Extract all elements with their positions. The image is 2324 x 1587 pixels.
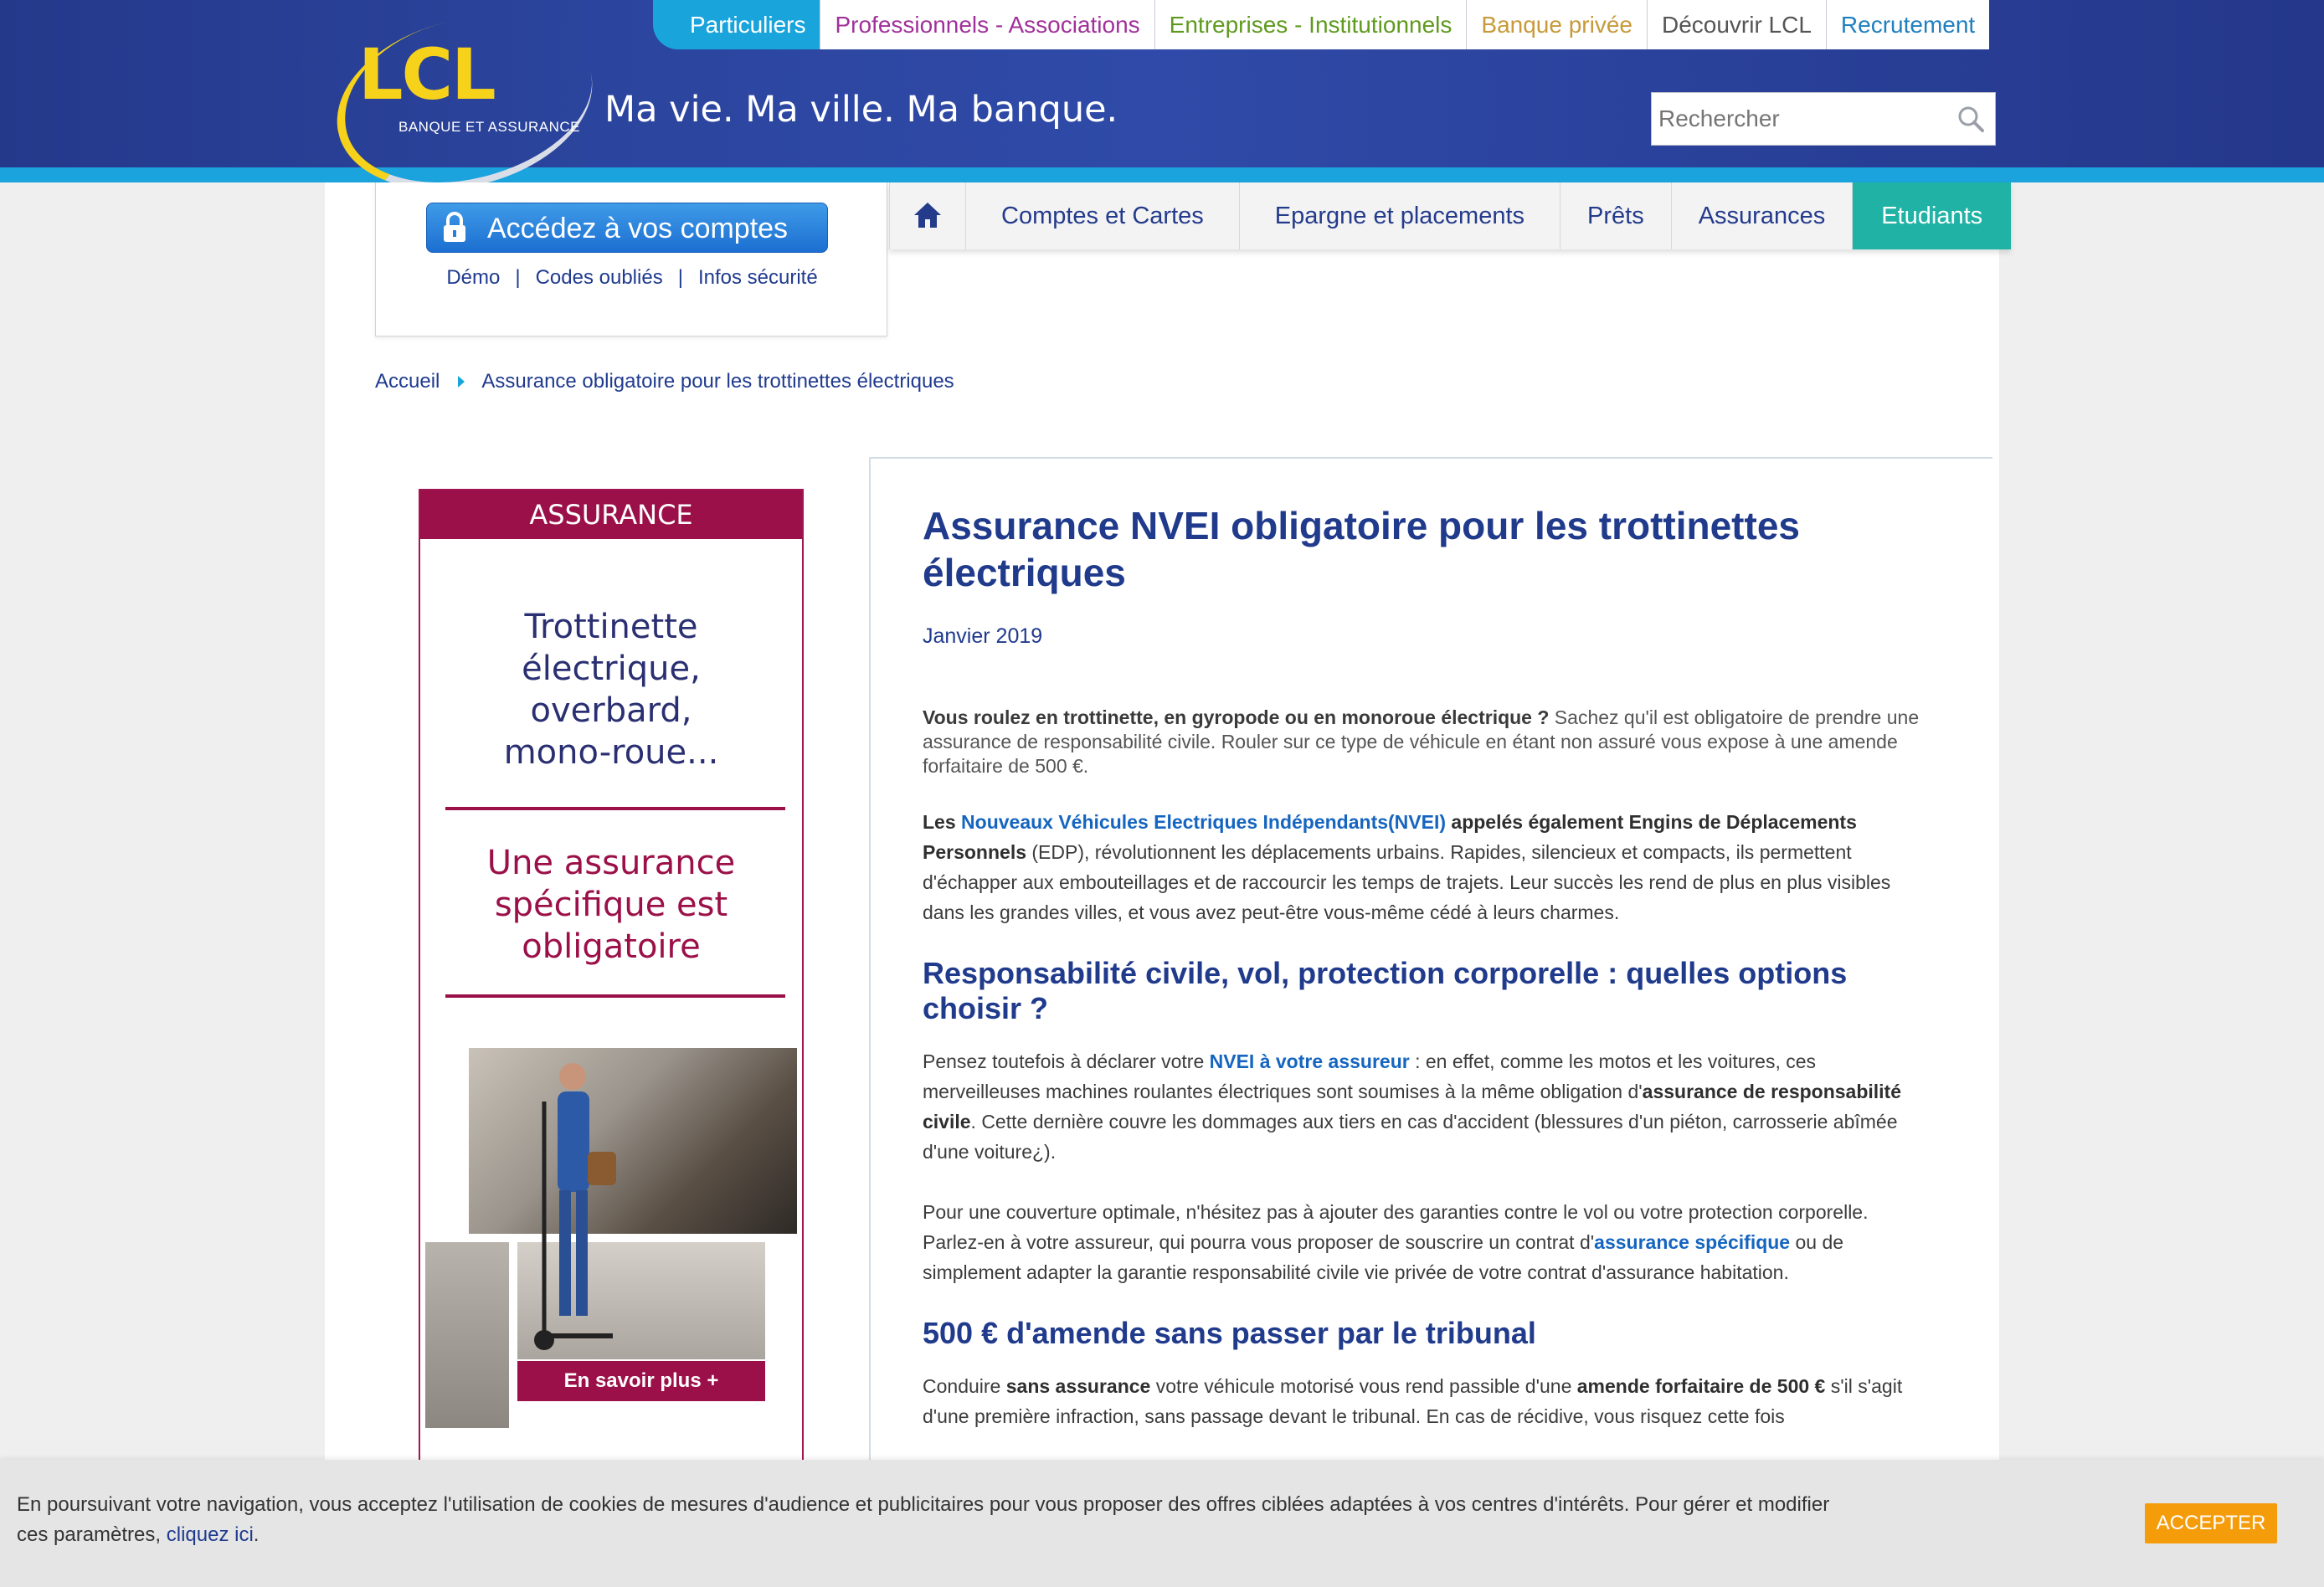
ad-subtitle-line: obligatoire	[522, 927, 701, 966]
p4-bold: amende forfaitaire de 500 €	[1576, 1375, 1826, 1397]
cookie-banner: En poursuivant votre navigation, vous ac…	[0, 1460, 2324, 1587]
p2-text: Pensez toutefois à déclarer votre	[923, 1050, 1210, 1072]
section-heading-options: Responsabilité civile, vol, protection c…	[923, 956, 1848, 1025]
p1-start: Les	[923, 811, 962, 833]
main-navigation: Comptes et Cartes Epargne et placements …	[889, 182, 2012, 249]
specific-insurance-link[interactable]: assurance spécifique	[1594, 1231, 1790, 1253]
nav-prets[interactable]: Prêts	[1560, 182, 1671, 249]
ad-title-line: overbard,	[530, 691, 692, 730]
intro-bold: Vous roulez en trottinette, en gyropode …	[923, 706, 1550, 728]
login-box: Accédez à vos comptes Démo | Codes oubliés…	[375, 182, 887, 336]
p4-text: votre véhicule motorisé vous rend passib…	[1150, 1375, 1577, 1397]
cookie-end: .	[253, 1523, 260, 1546]
topnav-particuliers[interactable]: Particuliers	[653, 0, 820, 49]
p2-text: . Cette dernière couvre les dommages aux…	[923, 1111, 1898, 1163]
article-intro: Vous roulez en trottinette, en gyropode …	[923, 706, 1927, 778]
logo-subtitle: BANQUE ET ASSURANCE	[398, 119, 581, 135]
accept-cookies-button[interactable]: ACCEPTER	[2145, 1503, 2277, 1543]
ad-person-illustration	[534, 1063, 616, 1350]
ad-divider	[445, 807, 785, 810]
login-links: Démo | Codes oubliés | Infos sécurité	[376, 266, 888, 290]
access-accounts-label: Accédez à vos comptes	[487, 213, 789, 244]
section-heading-fine: 500 € d'amende sans passer par le tribun…	[923, 1316, 1536, 1350]
demo-link[interactable]: Démo	[446, 266, 500, 289]
cookie-message: En poursuivant votre navigation, vous ac…	[17, 1493, 1830, 1546]
cookie-settings-link[interactable]: cliquez ici	[167, 1523, 254, 1546]
top-navigation: Particuliers Professionnels - Associatio…	[653, 0, 1990, 49]
breadcrumb-arrow-icon	[458, 376, 465, 388]
nvei-link[interactable]: Nouveaux Véhicules Electriques Indépenda…	[961, 811, 1446, 833]
p4-text: Conduire	[923, 1375, 1006, 1397]
insurance-ad-banner[interactable]: ASSURANCE Trottinette électrique, overba…	[419, 489, 804, 1587]
lcl-logo[interactable]: LCL BANQUE ET ASSURANCE	[318, 0, 611, 215]
article-date: Janvier 2019	[923, 624, 1043, 648]
ad-subtitle-line: spécifique est	[494, 886, 728, 924]
ad-divider	[445, 994, 785, 998]
forgotten-codes-link[interactable]: Codes oubliés	[536, 266, 663, 289]
ad-title: Trottinette électrique, overbard, mono-r…	[420, 606, 802, 773]
ad-subtitle-line: Une assurance	[486, 844, 736, 882]
topnav-professionnels[interactable]: Professionnels - Associations	[820, 0, 1154, 49]
ad-header: ASSURANCE	[420, 490, 802, 539]
p4-bold: sans assurance	[1005, 1375, 1151, 1397]
breadcrumb-current: Assurance obligatoire pour les trottinet…	[481, 370, 954, 393]
ad-learn-more-button[interactable]: En savoir plus +	[517, 1361, 765, 1401]
breadcrumb-home[interactable]: Accueil	[375, 370, 440, 393]
link-separator: |	[515, 266, 521, 289]
tagline: Ma vie. Ma ville. Ma banque.	[604, 89, 1118, 131]
ad-subtitle: Une assurance spécifique est obligatoire	[420, 842, 802, 968]
nav-home[interactable]	[889, 182, 965, 249]
ad-title-line: électrique,	[522, 650, 701, 688]
cookie-text: En poursuivant votre navigation, vous ac…	[17, 1490, 1859, 1550]
nav-assurances[interactable]: Assurances	[1670, 182, 1853, 249]
article: Assurance NVEI obligatoire pour les trot…	[869, 457, 1992, 1587]
topnav-recrutement[interactable]: Recrutement	[1825, 0, 1990, 49]
lock-icon	[444, 212, 465, 242]
article-paragraph: Pour une couverture optimale, n'hésitez …	[923, 1197, 1927, 1287]
ad-title-line: mono-roue...	[503, 733, 719, 772]
home-icon	[914, 203, 941, 228]
article-title: Assurance NVEI obligatoire pour les trot…	[923, 504, 1800, 594]
security-info-link[interactable]: Infos sécurité	[698, 266, 818, 289]
breadcrumb: Accueil Assurance obligatoire pour les t…	[375, 370, 954, 393]
article-body: Assurance NVEI obligatoire pour les trot…	[923, 502, 1927, 1431]
access-accounts-button[interactable]: Accédez à vos comptes	[426, 203, 828, 253]
article-paragraph: Les Nouveaux Véhicules Electriques Indép…	[923, 807, 1927, 927]
ad-photo-scooter	[425, 1242, 509, 1428]
ad-title-line: Trottinette	[524, 608, 698, 646]
logo-text: LCL	[358, 33, 496, 116]
site-header: LCL BANQUE ET ASSURANCE Ma vie. Ma ville…	[0, 0, 2324, 215]
nav-epargne[interactable]: Epargne et placements	[1238, 182, 1560, 249]
topnav-entreprises[interactable]: Entreprises - Institutionnels	[1154, 0, 1467, 49]
declare-insurer-link[interactable]: NVEI à votre assureur	[1210, 1050, 1410, 1072]
topnav-banque-privee[interactable]: Banque privée	[1466, 0, 1647, 49]
ad-photo-man-scooter	[469, 1048, 797, 1234]
search-box	[1651, 92, 1996, 146]
search-icon[interactable]	[1956, 105, 1985, 133]
article-paragraph: Conduire sans assurance votre véhicule m…	[923, 1371, 1927, 1431]
nav-etudiants[interactable]: Etudiants	[1852, 182, 2012, 249]
nav-comptes-cartes[interactable]: Comptes et Cartes	[965, 182, 1239, 249]
search-input[interactable]	[1652, 93, 1958, 145]
topnav-decouvrir[interactable]: Découvrir LCL	[1646, 0, 1826, 49]
link-separator: |	[677, 266, 683, 289]
article-paragraph: Pensez toutefois à déclarer votre NVEI à…	[923, 1046, 1927, 1167]
p1-text: (EDP), révolutionnent les déplacements u…	[923, 841, 1891, 923]
